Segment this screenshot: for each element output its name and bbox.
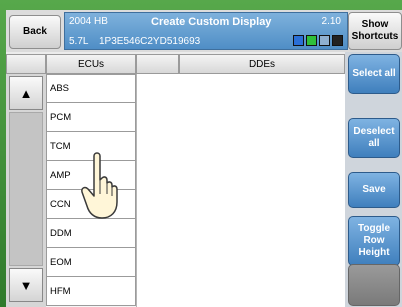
version-label: 2.10 bbox=[321, 16, 341, 27]
engine-label: 5.7L bbox=[69, 36, 89, 47]
ecu-list: ABS PCM TCM AMP CCN DDM EOM HFM bbox=[46, 74, 136, 307]
column-header-blank bbox=[6, 54, 46, 74]
header: Back 2004 HB Create Custom Display 2.10 … bbox=[6, 10, 402, 52]
scroll-up-button[interactable]: ▲ bbox=[9, 76, 43, 110]
page-title: Create Custom Display bbox=[151, 16, 272, 28]
ecu-list-item[interactable]: HFM bbox=[46, 277, 136, 306]
ecu-list-item[interactable]: TCM bbox=[46, 132, 136, 161]
column-header-spacer bbox=[136, 54, 179, 74]
status-icon-2 bbox=[306, 35, 317, 46]
ecu-list-item[interactable]: ABS bbox=[46, 74, 136, 103]
triangle-down-icon: ▼ bbox=[19, 277, 33, 293]
screen: Back 2004 HB Create Custom Display 2.10 … bbox=[6, 10, 402, 307]
toggle-row-height-button[interactable]: Toggle Row Height bbox=[348, 216, 400, 266]
scroll-track[interactable] bbox=[9, 112, 43, 266]
column-header-ecus: ECUs bbox=[46, 54, 136, 74]
scrollbar[interactable]: ▲ ▼ bbox=[6, 74, 46, 307]
empty-button[interactable] bbox=[348, 264, 400, 306]
vin-label: 1P3E546C2YD519693 bbox=[99, 36, 201, 47]
back-button[interactable]: Back bbox=[9, 15, 61, 49]
column-header-ddes: DDEs bbox=[179, 54, 345, 74]
action-sidebar: Select all Deselect all Save Toggle Row … bbox=[345, 52, 402, 307]
select-all-button[interactable]: Select all bbox=[348, 54, 400, 94]
ecu-list-item[interactable]: PCM bbox=[46, 103, 136, 132]
status-icons bbox=[293, 35, 343, 46]
ecu-list-item[interactable]: EOM bbox=[46, 248, 136, 277]
title-bar: 2004 HB Create Custom Display 2.10 5.7L … bbox=[64, 12, 348, 50]
vehicle-label: 2004 HB bbox=[69, 16, 108, 27]
dde-list bbox=[136, 74, 345, 307]
save-button[interactable]: Save bbox=[348, 172, 400, 208]
status-icon-3 bbox=[319, 35, 330, 46]
status-icon-4 bbox=[332, 35, 343, 46]
show-shortcuts-button[interactable]: Show Shortcuts bbox=[348, 12, 402, 50]
ecu-list-item[interactable]: DDM bbox=[46, 219, 136, 248]
status-icon-1 bbox=[293, 35, 304, 46]
ecu-list-item[interactable]: CCN bbox=[46, 190, 136, 219]
ecu-list-item[interactable]: AMP bbox=[46, 161, 136, 190]
scroll-down-button[interactable]: ▼ bbox=[9, 268, 43, 302]
triangle-up-icon: ▲ bbox=[19, 85, 33, 101]
deselect-all-button[interactable]: Deselect all bbox=[348, 118, 400, 158]
